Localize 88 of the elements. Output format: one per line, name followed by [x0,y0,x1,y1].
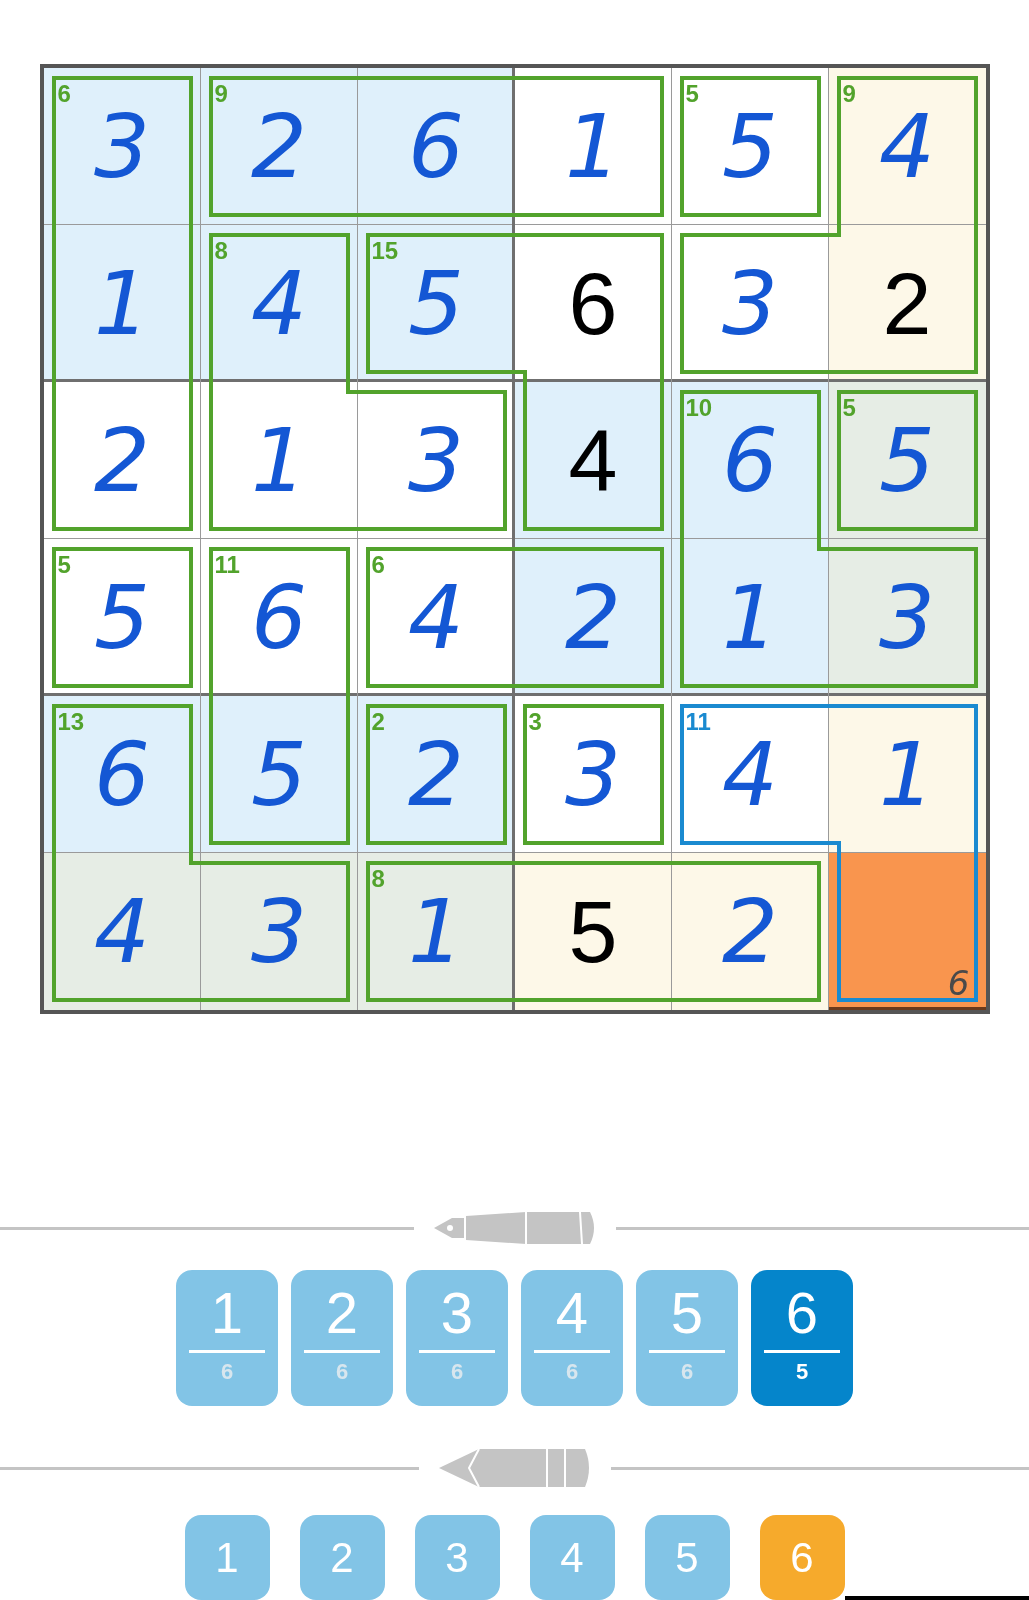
board-cell[interactable]: 1 [200,382,358,539]
given-digit: 4 [568,416,618,505]
entered-digit: 3 [722,259,778,348]
entered-digit: 3 [94,102,150,191]
remaining-count: 5 [795,1359,809,1386]
digit-label: 4 [534,1284,610,1354]
board-cell[interactable]: 6 [514,225,672,382]
board-cell[interactable]: 2 2 [357,696,515,853]
remaining-count: 6 [565,1359,579,1386]
cage-sum: 3 [528,710,542,734]
board-cell[interactable]: 6 [357,68,515,225]
cage-sum: 9 [214,82,228,106]
entered-digit: 2 [251,102,307,191]
remaining-count: 6 [220,1359,234,1386]
board-cell[interactable]: 2 [828,225,986,382]
board-cell[interactable]: 4 [43,853,201,1010]
board-cell[interactable]: 1 8 [357,853,515,1010]
board-cell[interactable]: 1 [828,696,986,853]
entered-digit: 5 [879,416,935,505]
given-digit: 2 [882,259,932,348]
digit-label: 5 [649,1284,725,1354]
entered-digit: 4 [722,730,778,819]
board-cell[interactable]: 2 [43,382,201,539]
given-digit: 6 [568,259,618,348]
cage-sum: 5 [842,396,856,420]
entered-digit: 4 [408,573,464,662]
entered-digit: 3 [251,887,307,976]
entered-digit: 2 [565,573,621,662]
board-cell[interactable]: 2 [514,539,672,696]
given-digit: 5 [568,887,618,976]
board-cell[interactable]: 2 [671,853,829,1010]
entered-digit: 4 [879,102,935,191]
board-cell[interactable]: 5 [514,853,672,1010]
board-cell[interactable]: 5 [200,696,358,853]
cage-sum: 5 [57,553,71,577]
digit-label: 2 [304,1284,380,1354]
cage-sum: 9 [842,82,856,106]
cage-sum: 8 [371,867,385,891]
board-cell[interactable]: 1 [514,68,672,225]
entered-digit: 2 [722,887,778,976]
entered-digit: 6 [722,416,778,505]
entered-digit: 4 [251,259,307,348]
board-cell[interactable]: 5 5 [828,382,986,539]
board-cell[interactable]: 1 [671,539,829,696]
cage-sum: 13 [57,710,85,734]
board-cell[interactable]: 2 9 [200,68,358,225]
entered-digit: 3 [879,573,935,662]
board-cell[interactable]: 3 3 [514,696,672,853]
entered-digit: 5 [251,730,307,819]
cage-sum: 15 [371,239,399,263]
remaining-count: 6 [680,1359,694,1386]
cage-sum: 5 [685,82,699,106]
board-cell[interactable]: 5 5 [43,539,201,696]
cage-sum: 2 [371,710,385,734]
entered-digit: 5 [94,573,150,662]
entered-digit: 3 [565,730,621,819]
entered-digit: 5 [722,102,778,191]
digit-label: 1 [189,1284,265,1354]
digit-button[interactable]: 6 5 [751,1270,853,1407]
entered-digit: 5 [408,259,464,348]
digit-label: 3 [419,1284,495,1354]
cage-sum: 6 [57,82,71,106]
entered-digit: 1 [408,887,464,976]
entered-digit: 1 [94,259,150,348]
entered-digit: 2 [94,416,150,505]
entered-digit: 6 [408,102,464,191]
digit-label: 6 [764,1284,840,1354]
remaining-count: 6 [450,1359,464,1386]
board-cell[interactable]: 4 6 [357,539,515,696]
entered-digit: 1 [722,573,778,662]
cage-sum: 10 [685,396,713,420]
board-cell[interactable]: 5 5 [671,68,829,225]
entered-digit: 4 [94,887,150,976]
entered-digit: 6 [94,730,150,819]
entered-digit: 2 [408,730,464,819]
cage-sum: 11 [214,553,240,577]
board-cell[interactable]: 1 [43,225,201,382]
board-cell[interactable]: 3 6 [43,68,201,225]
cage-sum: 11 [685,710,711,734]
cage-sum: 6 [371,553,385,577]
remaining-count: 6 [335,1359,349,1386]
entered-digit: 1 [565,102,621,191]
entered-digit: 3 [408,416,464,505]
entered-digit: 1 [879,730,935,819]
cage-sum: 8 [214,239,228,263]
entered-digit: 1 [251,416,307,505]
pencil-note: 6 [947,966,970,1000]
entered-digit: 6 [251,573,307,662]
